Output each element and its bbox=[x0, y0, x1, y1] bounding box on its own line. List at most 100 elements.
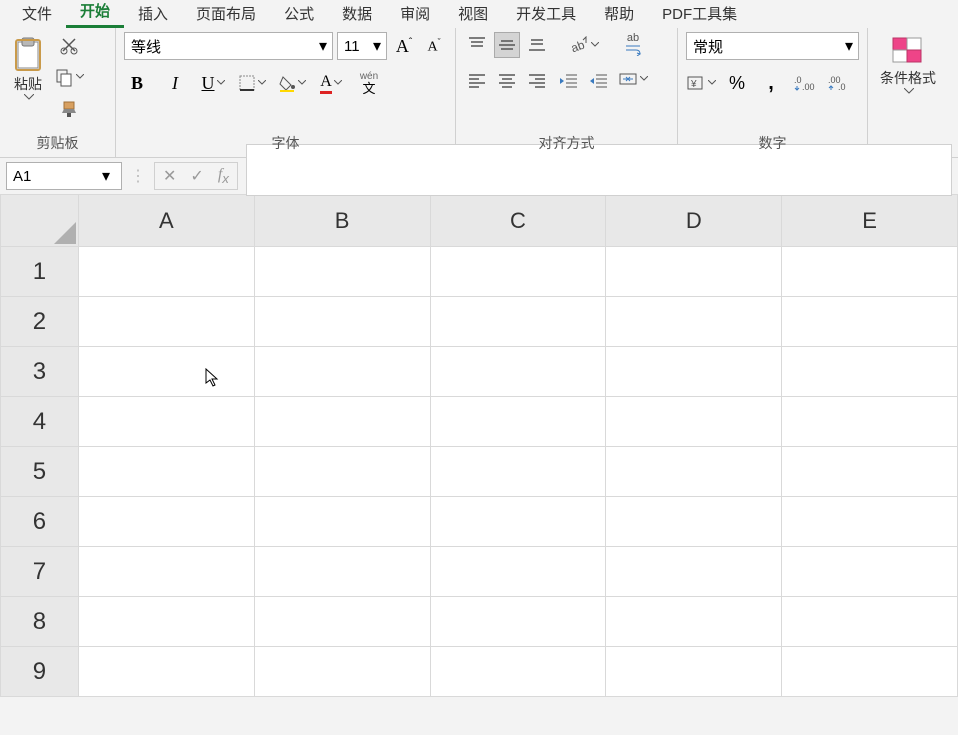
enter-formula-button[interactable]: ✓ bbox=[190, 166, 203, 186]
comma-button[interactable]: , bbox=[758, 70, 784, 96]
conditional-format-button[interactable]: 条件格式 bbox=[876, 32, 940, 98]
cell[interactable] bbox=[254, 547, 430, 597]
tab-file[interactable]: 文件 bbox=[8, 0, 66, 28]
paste-button[interactable]: 粘贴 bbox=[8, 32, 48, 104]
cell[interactable] bbox=[430, 347, 606, 397]
copy-button[interactable] bbox=[54, 64, 84, 90]
tab-review[interactable]: 审阅 bbox=[386, 0, 444, 28]
cell[interactable] bbox=[782, 497, 958, 547]
accounting-button[interactable]: ¥ bbox=[686, 70, 716, 96]
cell[interactable] bbox=[78, 297, 254, 347]
merge-button[interactable] bbox=[618, 66, 648, 92]
cell[interactable] bbox=[606, 347, 782, 397]
cell[interactable] bbox=[254, 497, 430, 547]
cell[interactable] bbox=[606, 547, 782, 597]
cell[interactable] bbox=[430, 547, 606, 597]
decrease-indent-button[interactable] bbox=[556, 68, 582, 94]
cell[interactable] bbox=[782, 347, 958, 397]
col-header[interactable]: C bbox=[430, 195, 606, 247]
underline-button[interactable]: U bbox=[200, 70, 226, 96]
cell[interactable] bbox=[782, 297, 958, 347]
cell[interactable] bbox=[254, 647, 430, 697]
cell[interactable] bbox=[606, 297, 782, 347]
select-all-corner[interactable] bbox=[1, 195, 79, 247]
wrap-text-button[interactable]: ab bbox=[618, 32, 648, 56]
phonetic-button[interactable]: wén 文 bbox=[356, 70, 382, 96]
cell[interactable] bbox=[254, 597, 430, 647]
name-box-input[interactable] bbox=[7, 168, 97, 185]
align-right-button[interactable] bbox=[524, 68, 550, 94]
align-left-button[interactable] bbox=[464, 68, 490, 94]
row-header[interactable]: 6 bbox=[1, 497, 79, 547]
cell[interactable] bbox=[430, 247, 606, 297]
tab-data[interactable]: 数据 bbox=[328, 0, 386, 28]
align-center-button[interactable] bbox=[494, 68, 520, 94]
font-name-combo[interactable]: 等线 ▾ bbox=[124, 32, 333, 60]
row-header[interactable]: 4 bbox=[1, 397, 79, 447]
cell[interactable] bbox=[782, 647, 958, 697]
row-header[interactable]: 1 bbox=[1, 247, 79, 297]
tab-layout[interactable]: 页面布局 bbox=[182, 0, 270, 28]
cell[interactable] bbox=[430, 597, 606, 647]
font-color-button[interactable]: A bbox=[318, 70, 344, 96]
number-format-combo[interactable]: 常规 ▾ bbox=[686, 32, 859, 60]
cell[interactable] bbox=[782, 447, 958, 497]
cell[interactable] bbox=[78, 647, 254, 697]
tab-formulas[interactable]: 公式 bbox=[270, 0, 328, 28]
shrink-font-button[interactable]: Aˇ bbox=[421, 33, 447, 59]
increase-indent-button[interactable] bbox=[586, 68, 612, 94]
border-button[interactable] bbox=[238, 70, 266, 96]
row-header[interactable]: 2 bbox=[1, 297, 79, 347]
align-middle-button[interactable] bbox=[494, 32, 520, 58]
row-header[interactable]: 7 bbox=[1, 547, 79, 597]
italic-button[interactable]: I bbox=[162, 70, 188, 96]
row-header[interactable]: 9 bbox=[1, 647, 79, 697]
cell[interactable] bbox=[430, 447, 606, 497]
tab-view[interactable]: 视图 bbox=[444, 0, 502, 28]
percent-button[interactable]: % bbox=[724, 70, 750, 96]
cell[interactable] bbox=[430, 397, 606, 447]
cell[interactable] bbox=[78, 247, 254, 297]
tab-insert[interactable]: 插入 bbox=[124, 0, 182, 28]
col-header[interactable]: E bbox=[782, 195, 958, 247]
cell[interactable] bbox=[78, 597, 254, 647]
bold-button[interactable]: B bbox=[124, 70, 150, 96]
cell[interactable] bbox=[78, 397, 254, 447]
cell[interactable] bbox=[606, 597, 782, 647]
cell[interactable] bbox=[782, 547, 958, 597]
col-header[interactable]: A bbox=[78, 195, 254, 247]
cell[interactable] bbox=[254, 347, 430, 397]
row-header[interactable]: 8 bbox=[1, 597, 79, 647]
tab-dev[interactable]: 开发工具 bbox=[502, 0, 590, 28]
cell[interactable] bbox=[606, 647, 782, 697]
orientation-button[interactable]: ab bbox=[556, 32, 612, 58]
cell[interactable] bbox=[78, 447, 254, 497]
cell[interactable] bbox=[254, 397, 430, 447]
font-size-combo[interactable]: 11 ▾ bbox=[337, 32, 387, 60]
cell[interactable] bbox=[78, 497, 254, 547]
cell[interactable] bbox=[782, 247, 958, 297]
cell[interactable] bbox=[430, 497, 606, 547]
align-top-button[interactable] bbox=[464, 32, 490, 58]
caret-down-icon[interactable]: ▾ bbox=[97, 166, 115, 186]
cell[interactable] bbox=[254, 297, 430, 347]
cell[interactable] bbox=[782, 597, 958, 647]
grow-font-button[interactable]: Aˆ bbox=[391, 33, 417, 59]
tab-home[interactable]: 开始 bbox=[66, 0, 124, 28]
increase-decimal-button[interactable]: .0.00 bbox=[792, 70, 818, 96]
cell[interactable] bbox=[430, 297, 606, 347]
cell[interactable] bbox=[782, 397, 958, 447]
cell[interactable] bbox=[78, 547, 254, 597]
col-header[interactable]: B bbox=[254, 195, 430, 247]
cell[interactable] bbox=[606, 397, 782, 447]
name-box[interactable]: ▾ bbox=[6, 162, 122, 190]
format-painter-button[interactable] bbox=[54, 96, 84, 122]
cut-button[interactable] bbox=[54, 32, 84, 58]
decrease-decimal-button[interactable]: .00.0 bbox=[826, 70, 852, 96]
tab-help[interactable]: 帮助 bbox=[590, 0, 648, 28]
cell[interactable] bbox=[606, 447, 782, 497]
cell[interactable] bbox=[606, 497, 782, 547]
row-header[interactable]: 3 bbox=[1, 347, 79, 397]
insert-function-button[interactable]: fx bbox=[218, 166, 229, 186]
row-header[interactable]: 5 bbox=[1, 447, 79, 497]
